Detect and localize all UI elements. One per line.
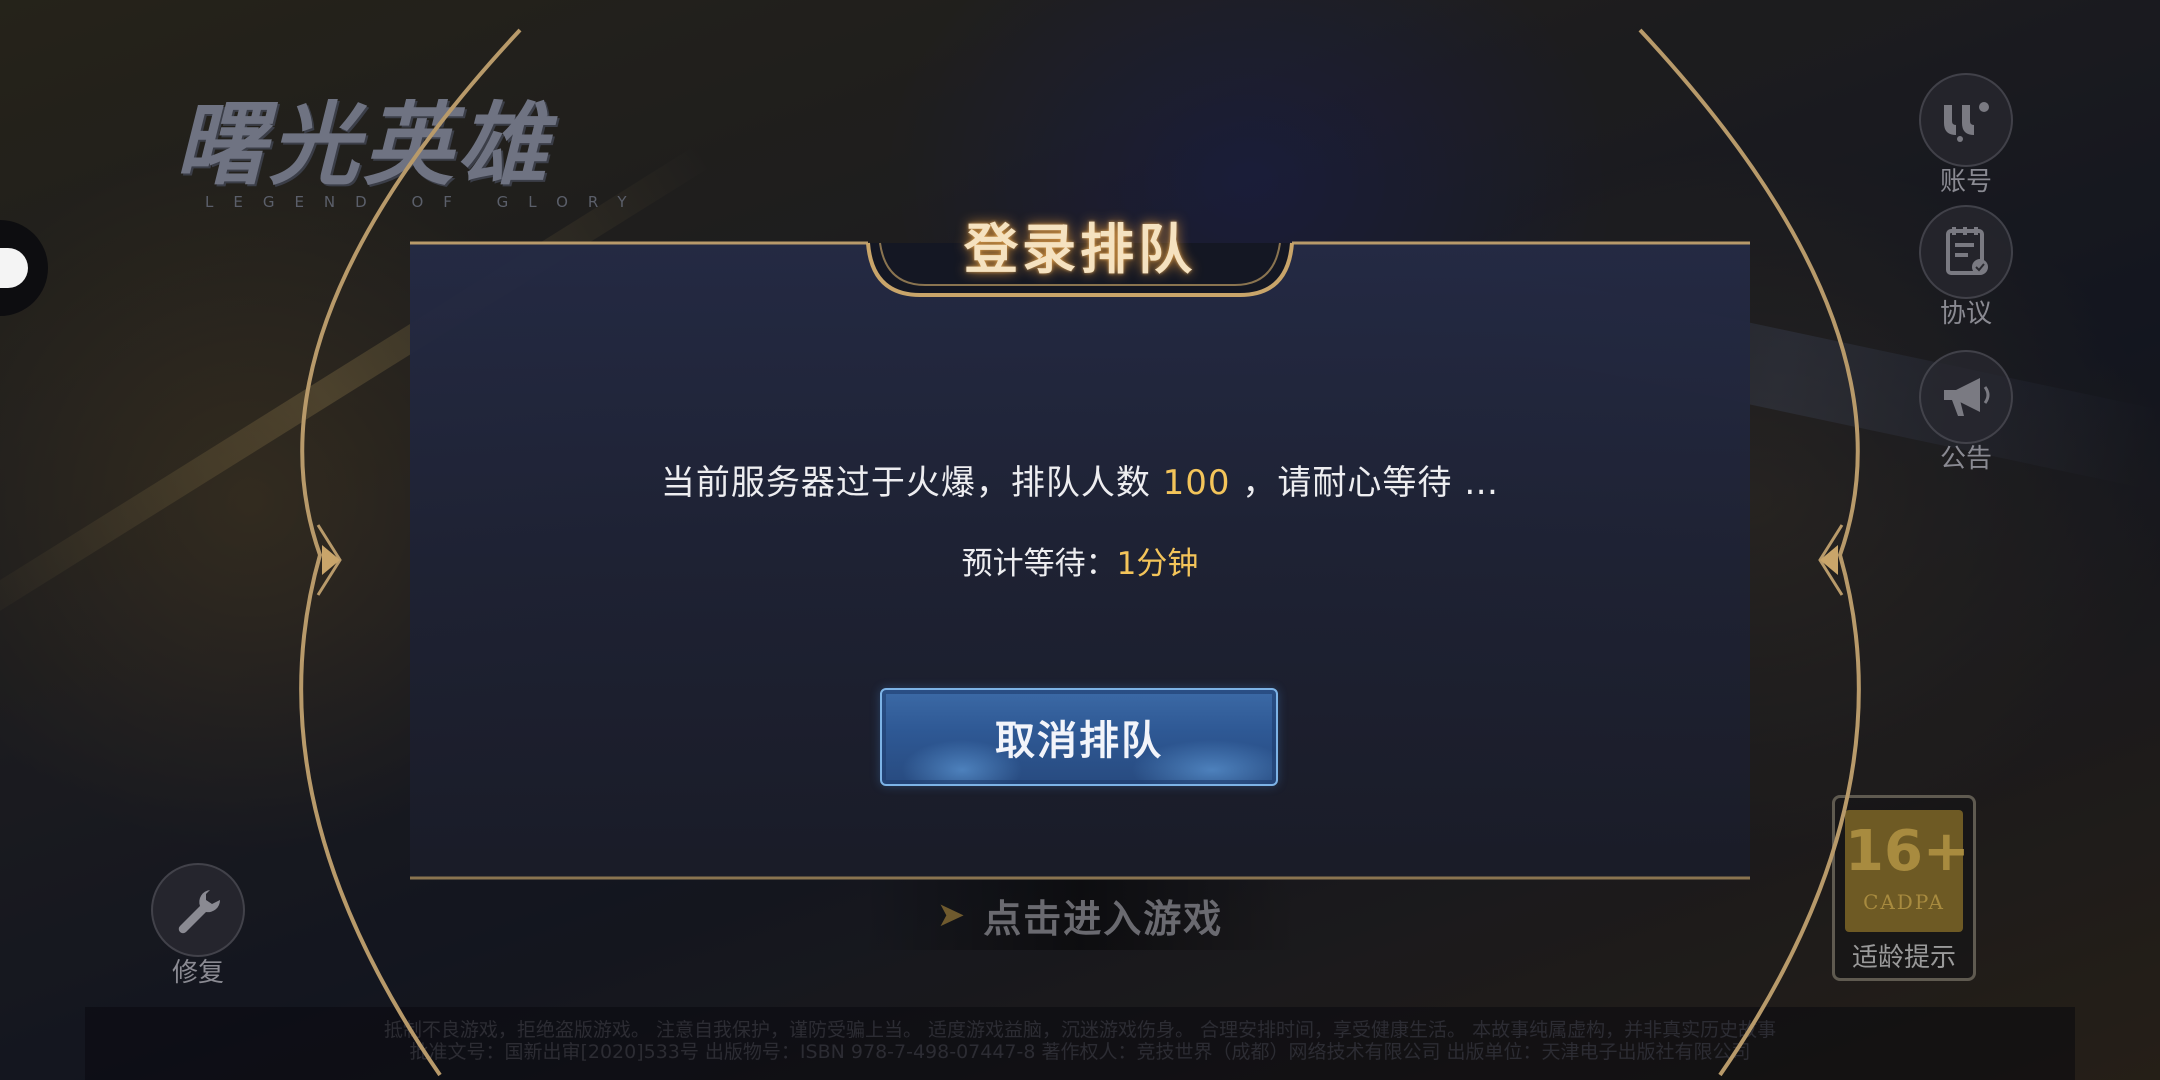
wait-label: 预计等待： [961, 546, 1117, 582]
dialog-title: 登录排队 [964, 218, 1196, 281]
queue-count: 100 [1162, 463, 1231, 503]
estimated-wait: 预计等待：1分钟 [410, 538, 1750, 583]
wait-time: 1分钟 [1116, 546, 1199, 582]
queue-message-suffix: ，请耐心等待 … [1230, 463, 1500, 503]
cancel-queue-button[interactable]: 取消排队 [880, 688, 1278, 786]
queue-message: 当前服务器过于火爆，排队人数 100 ，请耐心等待 … [410, 455, 1750, 504]
right-arrow-icon [1820, 545, 1838, 575]
queue-message-prefix: 当前服务器过于火爆，排队人数 [660, 463, 1163, 503]
cancel-queue-label: 取消排队 [995, 718, 1163, 764]
left-arrow-icon [322, 545, 340, 575]
